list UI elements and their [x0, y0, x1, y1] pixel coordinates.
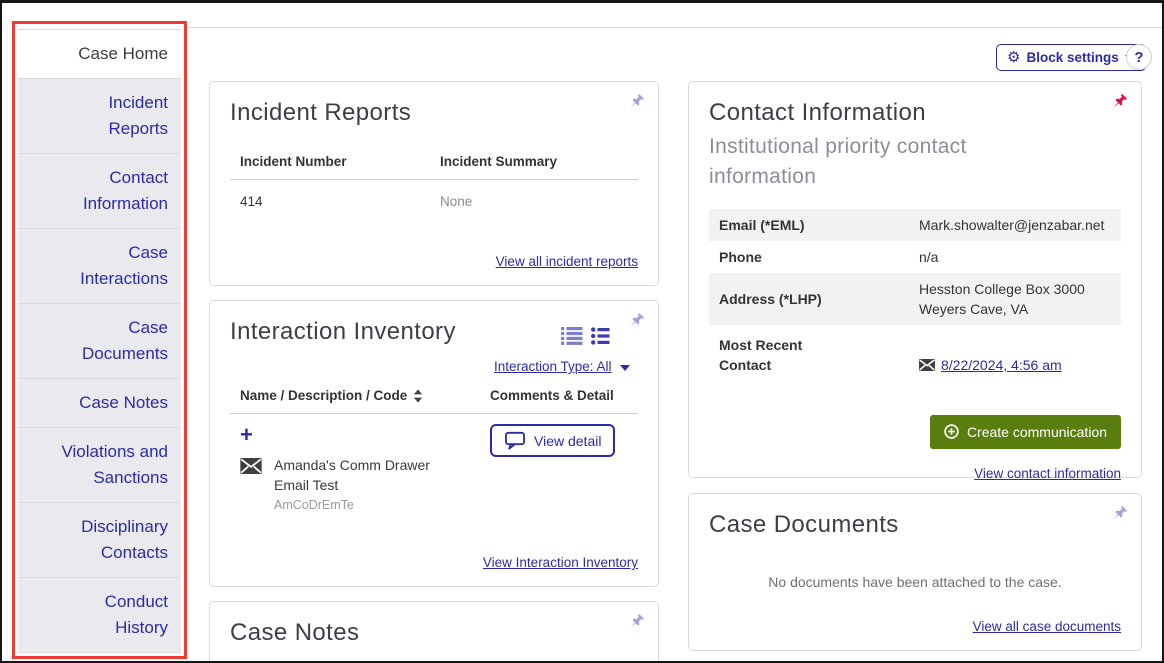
case-notes-title: Case Notes	[230, 618, 638, 648]
incident-number-cell: 414	[240, 194, 440, 209]
sidebar-item-case-home[interactable]: Case Home	[18, 30, 181, 79]
interaction-table-header: Name / Description / Code Comments & Det…	[230, 388, 638, 414]
case-notes-card: Case Notes	[209, 601, 659, 663]
email-label: Email (*EML)	[719, 215, 919, 235]
contact-row-email: Email (*EML) Mark.showalter@jenzabar.net	[709, 209, 1121, 241]
gear-icon: ⚙	[1007, 50, 1020, 65]
block-settings-button[interactable]: ⚙ Block settings	[996, 44, 1146, 71]
most-recent-contact-label: Most Recent Contact	[719, 335, 919, 375]
list-view-icon[interactable]	[561, 327, 583, 350]
email-envelope-icon	[240, 458, 262, 512]
view-interaction-inventory-link[interactable]: View Interaction Inventory	[483, 555, 638, 570]
column-header-name-description-code[interactable]: Name / Description / Code	[240, 388, 490, 403]
incident-reports-title: Incident Reports	[230, 98, 638, 128]
sidebar-item-case-notes[interactable]: Case Notes	[18, 379, 181, 428]
interaction-inventory-title: Interaction Inventory	[230, 317, 456, 347]
contact-row-address: Address (*LHP) Hesston College Box 3000 …	[709, 273, 1121, 325]
view-contact-information-link[interactable]: View contact information	[974, 466, 1121, 481]
summary-list-view-icon[interactable]	[591, 327, 610, 350]
plus-circle-icon	[944, 424, 959, 439]
address-label: Address (*LHP)	[719, 289, 919, 309]
help-button[interactable]: ?	[1126, 44, 1152, 70]
block-settings-label: Block settings	[1026, 50, 1118, 65]
interaction-type-filter[interactable]: Interaction Type: All	[230, 358, 638, 376]
interaction-code: AmCoDrEmTe	[274, 498, 430, 512]
email-envelope-icon	[919, 359, 935, 371]
contact-information-subtitle: Institutional priority contact informati…	[709, 132, 1039, 193]
speech-bubble-icon	[504, 431, 526, 450]
pin-icon[interactable]	[626, 311, 646, 331]
case-documents-title: Case Documents	[709, 510, 1121, 540]
header-divider	[188, 27, 1162, 28]
contact-row-most-recent: Most Recent Contact 8/22/2024, 4:56 am	[709, 325, 1121, 381]
view-all-case-documents-link[interactable]: View all case documents	[973, 619, 1121, 634]
interaction-row: + Amanda's Comm Drawer Email Test AmCoDr…	[230, 414, 638, 512]
contact-information-card: Contact Information Institutional priori…	[688, 81, 1142, 478]
sidebar-item-contact-information[interactable]: Contact Information	[18, 154, 181, 229]
interaction-name: Amanda's Comm Drawer Email Test	[274, 455, 430, 495]
sidebar-item-incident-reports[interactable]: Incident Reports	[18, 79, 181, 154]
sidebar-item-case-documents[interactable]: Case Documents	[18, 304, 181, 379]
incident-summary-cell: None	[440, 194, 638, 209]
sidebar-item-conduct-history[interactable]: Conduct History	[18, 578, 181, 653]
pin-icon-pinned[interactable]	[1109, 92, 1129, 112]
column-header-incident-summary: Incident Summary	[440, 154, 638, 169]
incident-reports-card: Incident Reports Incident Number Inciden…	[209, 81, 659, 286]
pin-icon[interactable]	[626, 92, 646, 112]
sidebar-item-case-interactions[interactable]: Case Interactions	[18, 229, 181, 304]
expand-row-icon[interactable]: +	[240, 424, 253, 446]
interaction-type-filter-label[interactable]: Interaction Type: All	[494, 359, 612, 374]
column-header-comments-detail: Comments & Detail	[490, 388, 638, 403]
contact-row-phone: Phone n/a	[709, 241, 1121, 273]
incident-table-row[interactable]: 414 None	[230, 180, 638, 209]
case-documents-card: Case Documents No documents have been at…	[688, 493, 1142, 651]
phone-label: Phone	[719, 247, 919, 267]
email-value: Mark.showalter@jenzabar.net	[919, 215, 1111, 235]
sort-icon	[413, 389, 423, 403]
contact-information-title: Contact Information	[709, 98, 1121, 128]
sidebar: Case Home Incident Reports Contact Infor…	[18, 29, 181, 653]
interaction-inventory-card: Interaction Inventory Interaction Type: …	[209, 300, 659, 587]
view-detail-label: View detail	[534, 433, 601, 449]
column-header-incident-number: Incident Number	[240, 154, 440, 169]
no-documents-message: No documents have been attached to the c…	[709, 574, 1121, 590]
view-all-incident-reports-link[interactable]: View all incident reports	[496, 254, 638, 269]
pin-icon[interactable]	[1109, 504, 1129, 524]
name-description-code-label: Name / Description / Code	[240, 388, 407, 403]
pin-icon[interactable]	[626, 612, 646, 632]
incident-table-header: Incident Number Incident Summary	[230, 154, 638, 180]
create-communication-button[interactable]: Create communication	[930, 415, 1121, 449]
case-home-page: ⚙ Block settings ? Case Home Incident Re…	[0, 0, 1164, 663]
address-value: Hesston College Box 3000 Weyers Cave, VA	[919, 279, 1111, 319]
view-detail-button[interactable]: View detail	[490, 424, 615, 457]
create-communication-label: Create communication	[967, 424, 1107, 440]
most-recent-contact-link[interactable]: 8/22/2024, 4:56 am	[941, 355, 1062, 375]
sidebar-item-violations-sanctions[interactable]: Violations and Sanctions	[18, 428, 181, 503]
phone-value: n/a	[919, 247, 1111, 267]
sidebar-item-disciplinary-contacts[interactable]: Disciplinary Contacts	[18, 503, 181, 578]
chevron-down-icon	[620, 365, 630, 371]
